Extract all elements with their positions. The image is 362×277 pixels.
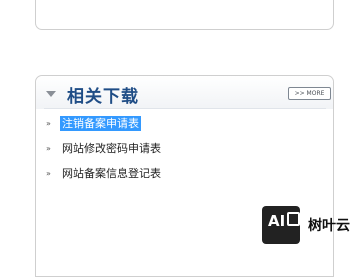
panel-title: 相关下载 [67, 87, 139, 107]
more-button[interactable]: >> MORE [288, 87, 331, 100]
arrow-right-small-icon: » [46, 169, 51, 178]
download-item-label[interactable]: 网站修改密码申请表 [60, 141, 163, 156]
top-panel [35, 0, 334, 30]
panel-header: 相关下载 >> MORE [36, 76, 333, 109]
header-divider [44, 108, 326, 109]
arrow-right-small-icon: » [46, 119, 51, 128]
download-item-label[interactable]: 注销备案申请表 [60, 116, 141, 131]
triangle-down-icon[interactable] [46, 91, 56, 97]
watermark: AI 树叶云 [260, 203, 362, 251]
arrow-right-small-icon: » [46, 144, 51, 153]
download-item-label[interactable]: 网站备案信息登记表 [60, 166, 163, 181]
watermark-text: 树叶云 [308, 218, 350, 234]
image-icon [287, 212, 300, 226]
watermark-logo: AI [262, 206, 300, 244]
watermark-logo-text: AI [268, 212, 286, 230]
